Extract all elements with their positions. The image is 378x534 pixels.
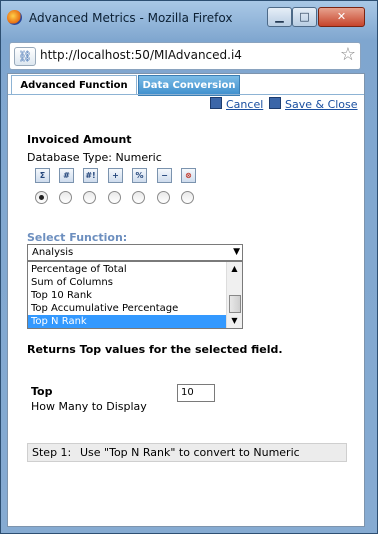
radio-clear[interactable] (181, 191, 194, 204)
scroll-up-icon[interactable]: ▲ (227, 263, 242, 275)
category-dropdown[interactable]: Analysis ▼ (27, 244, 243, 261)
database-type: Database Type: Numeric (27, 151, 162, 164)
list-item[interactable]: Sum of Columns (28, 276, 227, 289)
close-window-button[interactable]: ✕ (318, 7, 365, 27)
link-icon: ⛓ (14, 47, 36, 66)
dialog-content: Advanced Function Data Conversion Cancel… (7, 73, 365, 527)
top-label: Top (31, 385, 53, 398)
step-hint: Step 1: Use "Top N Rank" to convert to N… (27, 443, 347, 462)
radio-count[interactable] (59, 191, 72, 204)
save-close-label: Save & Close (285, 98, 358, 111)
radio-subtract[interactable] (157, 191, 170, 204)
category-value: Analysis (32, 247, 74, 258)
cancel-icon (210, 97, 222, 109)
minimize-button[interactable]: ▁ (267, 7, 292, 27)
listbox-scrollbar[interactable]: ▲ ▼ (226, 262, 242, 328)
title-bar[interactable]: Advanced Metrics - Mozilla Firefox ▁ □ ✕ (1, 1, 377, 37)
scroll-thumb[interactable] (229, 295, 241, 313)
tab-data-conversion[interactable]: Data Conversion (138, 75, 240, 96)
add-icon[interactable]: + (108, 168, 123, 183)
address-bar[interactable]: ⛓ http://localhost:50/MIAdvanced.i4 ☆ (9, 42, 361, 70)
radio-add[interactable] (108, 191, 121, 204)
window-title: Advanced Metrics - Mozilla Firefox (29, 11, 233, 25)
firefox-icon (7, 10, 22, 25)
cancel-link[interactable]: Cancel (210, 97, 263, 111)
list-item[interactable]: Top 10 Rank (28, 289, 227, 302)
list-item[interactable]: Percentage of Total (28, 263, 227, 276)
count-icon[interactable]: # (59, 168, 74, 183)
step-number: Step 1: (32, 446, 72, 459)
browser-window: Advanced Metrics - Mozilla Firefox ▁ □ ✕… (0, 0, 378, 534)
function-listbox[interactable]: Percentage of Total Sum of Columns Top 1… (27, 261, 243, 329)
top-sublabel: How Many to Display (31, 400, 147, 413)
list-item-selected[interactable]: Top N Rank (28, 315, 227, 328)
radio-distinct-count[interactable] (83, 191, 96, 204)
clear-icon[interactable]: ⊗ (181, 168, 196, 183)
sum-icon[interactable]: Σ (35, 168, 50, 183)
distinct-count-icon[interactable]: #! (83, 168, 98, 183)
select-function-label: Select Function: (27, 231, 128, 244)
scroll-down-icon[interactable]: ▼ (227, 315, 242, 327)
chevron-down-icon: ▼ (233, 247, 240, 257)
field-name: Invoiced Amount (27, 133, 132, 146)
list-item[interactable]: Top Accumulative Percentage (28, 302, 227, 315)
step-message: Use "Top N Rank" to convert to Numeric (80, 446, 300, 459)
save-icon (269, 97, 281, 109)
tab-bar: Advanced Function Data Conversion (8, 74, 364, 96)
subtract-icon[interactable]: − (157, 168, 172, 183)
radio-sum[interactable] (35, 191, 48, 204)
maximize-button[interactable]: □ (292, 7, 317, 27)
top-count-input[interactable]: 10 (177, 384, 215, 402)
percent-icon[interactable]: % (132, 168, 147, 183)
star-icon[interactable]: ☆ (340, 44, 356, 65)
tab-advanced-function[interactable]: Advanced Function (11, 75, 137, 95)
radio-percent[interactable] (132, 191, 145, 204)
url-text[interactable]: http://localhost:50/MIAdvanced.i4 (40, 48, 242, 62)
tab-divider (8, 94, 364, 95)
cancel-label: Cancel (226, 98, 264, 111)
function-description: Returns Top values for the selected fiel… (27, 343, 283, 356)
save-close-link[interactable]: Save & Close (269, 97, 358, 111)
